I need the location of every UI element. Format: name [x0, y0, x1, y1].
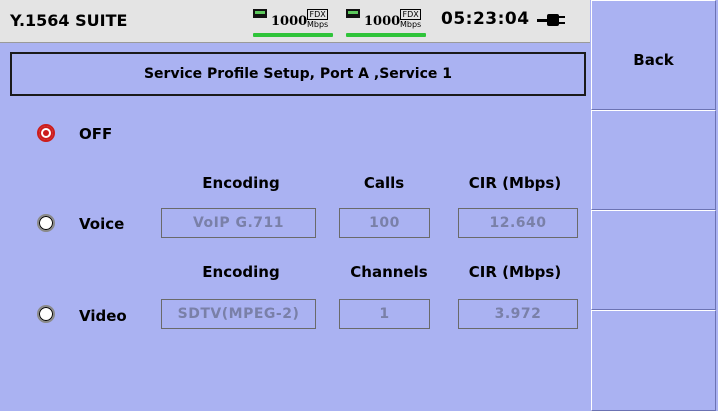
off-radio[interactable]	[37, 124, 55, 142]
back-button[interactable]: Back	[591, 0, 716, 110]
link-speed: 1000	[364, 14, 401, 29]
video-channels-header: Channels	[350, 263, 428, 281]
link-speed: 1000	[271, 14, 308, 29]
video-encoding-field[interactable]: SDTV(MPEG-2)	[161, 299, 316, 329]
video-encoding-header: Encoding	[202, 263, 280, 281]
voice-cir-header: CIR (Mbps)	[468, 174, 562, 192]
back-button-label: Back	[633, 51, 674, 69]
status-bar: Y.1564 SUITE 1000 FDX Mbps 1000 FDX Mbps…	[0, 0, 590, 43]
ethernet-port-icon	[253, 9, 267, 18]
voice-cir-field[interactable]: 12.640	[458, 208, 578, 238]
app-title: Y.1564 SUITE	[10, 11, 128, 30]
voice-calls-field[interactable]: 100	[339, 208, 430, 238]
softkey-panel: Back	[591, 0, 718, 411]
voice-encoding-field[interactable]: VoIP G.711	[161, 208, 316, 238]
video-cir-field[interactable]: 3.972	[458, 299, 578, 329]
video-radio[interactable]	[37, 305, 55, 323]
page-title-text: Service Profile Setup, Port A ,Service 1	[143, 66, 453, 82]
link-duplex: FDX Mbps	[400, 9, 422, 29]
video-label: Video	[79, 307, 127, 325]
link-indicator-bar	[346, 33, 426, 37]
voice-radio[interactable]	[37, 214, 55, 232]
clock: 05:23:04	[441, 9, 530, 29]
voice-label: Voice	[79, 215, 125, 233]
video-cir-header: CIR (Mbps)	[468, 263, 562, 281]
power-plug-icon	[537, 14, 565, 26]
page-title: Service Profile Setup, Port A ,Service 1	[10, 52, 586, 96]
softkey-4-button[interactable]	[591, 310, 716, 411]
off-label: OFF	[79, 125, 113, 143]
video-channels-field[interactable]: 1	[339, 299, 430, 329]
softkey-3-button[interactable]	[591, 210, 716, 310]
voice-calls-header: Calls	[363, 174, 405, 192]
voice-encoding-header: Encoding	[202, 174, 280, 192]
link-indicator-bar	[253, 33, 333, 37]
softkey-2-button[interactable]	[591, 110, 716, 210]
ethernet-port-icon	[346, 9, 360, 18]
link-duplex: FDX Mbps	[307, 9, 329, 29]
